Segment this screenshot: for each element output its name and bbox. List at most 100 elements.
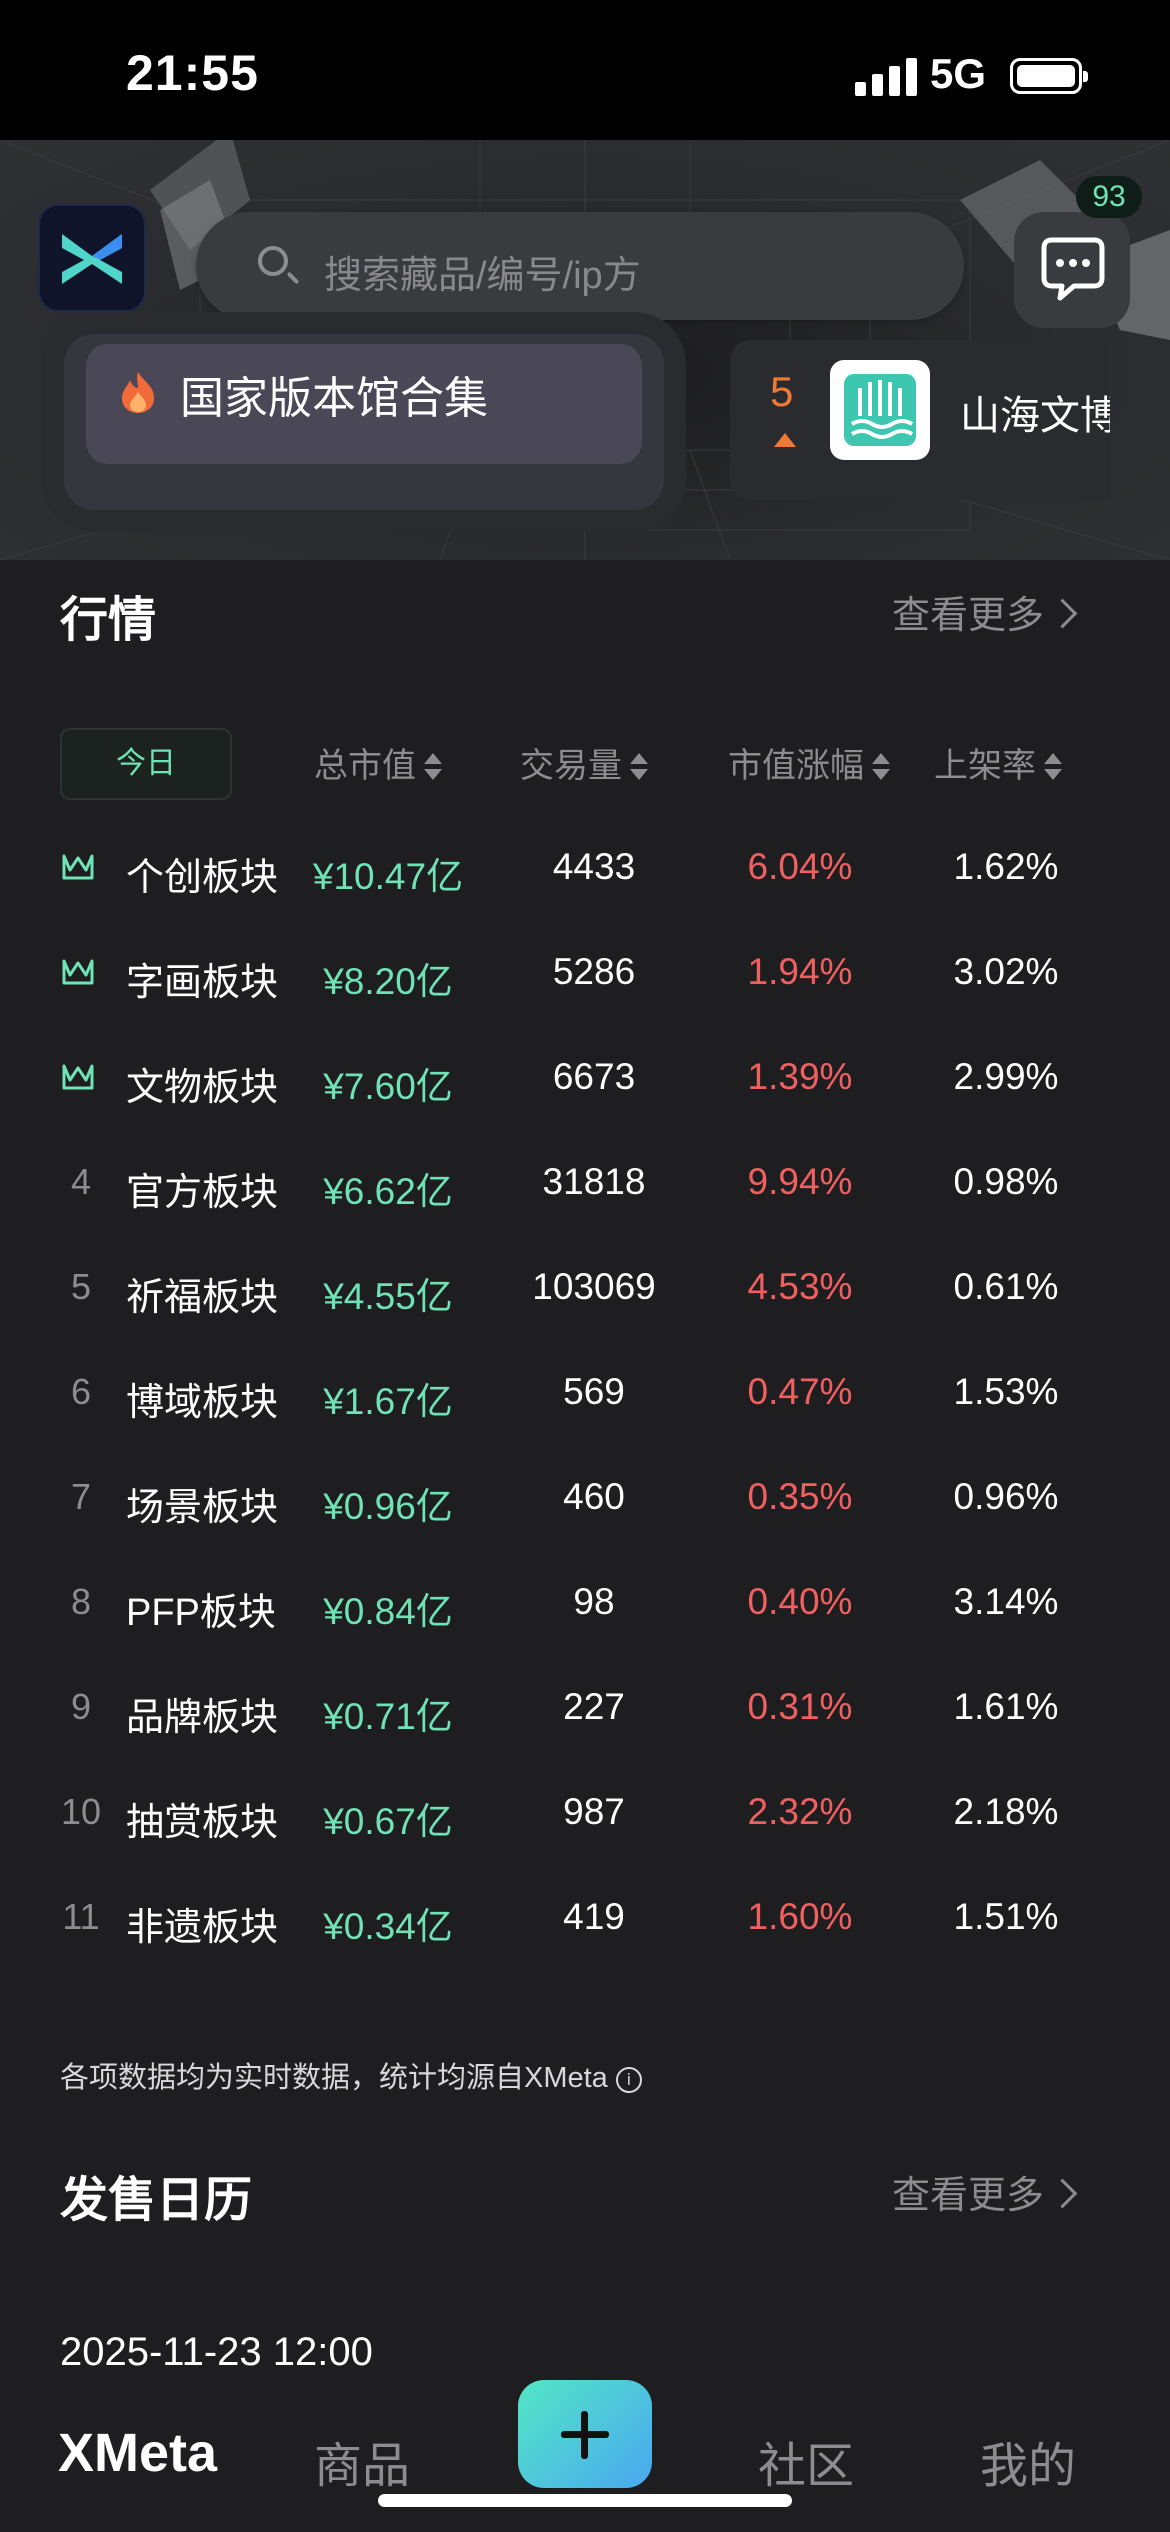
app-logo[interactable]: [38, 204, 146, 312]
rank-cell: 8: [70, 1581, 92, 1622]
volume-cell: 987: [563, 1791, 625, 1832]
listing-rate-cell: 3.02%: [953, 951, 1059, 992]
market-see-more-link[interactable]: 查看更多: [892, 584, 1078, 639]
message-count-badge: 93: [1076, 176, 1142, 218]
sort-icon: [630, 753, 650, 783]
column-header-market-cap[interactable]: 总市值: [314, 738, 444, 787]
sector-name: 官方板块: [126, 1172, 279, 1214]
rank-cell: 11: [62, 1896, 100, 1937]
home-indicator: [378, 2494, 792, 2507]
table-row[interactable]: 9 品牌板块 ¥0.71亿 227 0.31% 1.61%: [0, 1660, 1170, 1765]
table-row[interactable]: 11 非遗板块 ¥0.34亿 419 1.60% 1.51%: [0, 1870, 1170, 1975]
change-cell: 9.94%: [747, 1161, 853, 1202]
tab-community[interactable]: 社区: [758, 2426, 854, 2496]
market-section-title: 行情: [60, 594, 157, 647]
status-bar: 21:55 5G: [0, 0, 1170, 140]
chevron-right-icon: [1047, 598, 1078, 629]
sort-icon: [872, 753, 892, 783]
market-cap-cell: ¥10.47亿: [312, 856, 464, 897]
table-row[interactable]: 个创板块 ¥10.47亿 4433 6.04% 1.62%: [0, 820, 1170, 925]
column-label: 市值涨幅: [728, 747, 864, 785]
listing-rate-cell: 0.96%: [953, 1476, 1059, 1517]
listing-rate-cell: 1.51%: [953, 1896, 1059, 1937]
sector-name: 场景板块: [126, 1487, 279, 1529]
search-placeholder: 搜索藏品/编号/ip方: [324, 255, 641, 297]
volume-cell: 227: [563, 1686, 625, 1727]
change-cell: 0.47%: [747, 1371, 853, 1412]
rank-up-arrow-icon: [774, 433, 796, 447]
market-cap-cell: ¥4.55亿: [323, 1276, 453, 1317]
calendar-see-more-link[interactable]: 查看更多: [892, 2164, 1078, 2219]
change-cell: 0.31%: [747, 1686, 853, 1727]
table-row[interactable]: 7 场景板块 ¥0.96亿 460 0.35% 0.96%: [0, 1450, 1170, 1555]
search-bar[interactable]: 搜索藏品/编号/ip方: [196, 212, 964, 320]
volume-cell: 4433: [552, 846, 636, 887]
sector-name: PFP板块: [126, 1592, 276, 1634]
info-icon[interactable]: i: [615, 2067, 642, 2093]
listing-rate-cell: 1.62%: [953, 846, 1059, 887]
rank-cell: 9: [70, 1686, 92, 1727]
ranking-logo: [830, 360, 930, 460]
listing-rate-cell: 0.98%: [953, 1161, 1059, 1202]
table-row[interactable]: 文物板块 ¥7.60亿 6673 1.39% 2.99%: [0, 1030, 1170, 1135]
column-header-change[interactable]: 市值涨幅: [728, 738, 892, 787]
flame-icon: [122, 372, 154, 413]
change-cell: 6.04%: [747, 846, 853, 887]
table-row[interactable]: 10 抽赏板块 ¥0.67亿 987 2.32% 2.18%: [0, 1765, 1170, 1870]
table-row[interactable]: 4 官方板块 ¥6.62亿 31818 9.94% 0.98%: [0, 1135, 1170, 1240]
calendar-date: 2025-11-23 12:00: [60, 2330, 373, 2374]
listing-rate-cell: 2.18%: [953, 1791, 1059, 1832]
volume-cell: 103069: [532, 1266, 656, 1307]
market-cap-cell: ¥0.96亿: [323, 1486, 453, 1527]
message-button[interactable]: [1014, 212, 1130, 328]
publish-plus-button[interactable]: [518, 2380, 652, 2488]
status-time: 21:55: [126, 45, 259, 101]
listing-rate-cell: 1.53%: [953, 1371, 1059, 1412]
sector-name: 个创板块: [126, 857, 279, 899]
change-cell: 0.40%: [747, 1581, 853, 1622]
change-cell: 1.94%: [747, 951, 853, 992]
column-header-listing-rate[interactable]: 上架率: [934, 738, 1064, 787]
volume-cell: 5286: [552, 951, 636, 992]
sector-name: 祈福板块: [126, 1277, 279, 1319]
volume-cell: 31818: [542, 1161, 646, 1202]
column-header-volume[interactable]: 交易量: [520, 738, 650, 787]
tab-mine[interactable]: 我的: [980, 2426, 1076, 2496]
market-cap-cell: ¥0.71亿: [323, 1696, 453, 1737]
sector-name: 博域板块: [126, 1382, 279, 1424]
table-row[interactable]: 8 PFP板块 ¥0.84亿 98 0.40% 3.14%: [0, 1555, 1170, 1660]
network-label: 5G: [930, 50, 987, 97]
crown-icon: [58, 1056, 98, 1101]
sector-name: 品牌板块: [126, 1697, 279, 1739]
market-cap-cell: ¥6.62亿: [323, 1171, 453, 1212]
rank-cell: 10: [60, 1791, 102, 1832]
sector-name: 非遗板块: [126, 1907, 279, 1949]
tab-home[interactable]: XMeta: [58, 2422, 217, 2484]
listing-rate-cell: 1.61%: [953, 1686, 1059, 1727]
search-icon: [258, 246, 288, 276]
change-cell: 0.35%: [747, 1476, 853, 1517]
market-cap-cell: ¥0.34亿: [323, 1906, 453, 1947]
volume-cell: 460: [563, 1476, 625, 1517]
chevron-right-icon: [1047, 2178, 1078, 2209]
rank-cell: 6: [70, 1371, 92, 1412]
column-label: 上架率: [934, 747, 1036, 785]
change-cell: 4.53%: [747, 1266, 853, 1307]
table-row[interactable]: 字画板块 ¥8.20亿 5286 1.94% 3.02%: [0, 925, 1170, 1030]
market-cap-cell: ¥1.67亿: [323, 1381, 453, 1422]
sector-name: 文物板块: [126, 1067, 279, 1109]
volume-cell: 419: [563, 1896, 625, 1937]
tab-goods[interactable]: 商品: [314, 2426, 410, 2496]
crown-icon: [58, 951, 98, 996]
rank-cell: 4: [70, 1161, 92, 1202]
tab-today[interactable]: 今日: [60, 728, 232, 800]
battery-icon: [1010, 58, 1088, 94]
table-row[interactable]: 6 博域板块 ¥1.67亿 569 0.47% 1.53%: [0, 1345, 1170, 1450]
sector-name: 抽赏板块: [126, 1802, 279, 1844]
table-row[interactable]: 5 祈福板块 ¥4.55亿 103069 4.53% 0.61%: [0, 1240, 1170, 1345]
volume-cell: 6673: [552, 1056, 636, 1097]
rank-cell: 7: [70, 1476, 92, 1517]
ranking-name: 山海文博: [960, 394, 1110, 438]
sector-name: 字画板块: [126, 962, 279, 1004]
disclaimer-text: 各项数据均为实时数据，统计均源自XMeta: [60, 2062, 608, 2094]
